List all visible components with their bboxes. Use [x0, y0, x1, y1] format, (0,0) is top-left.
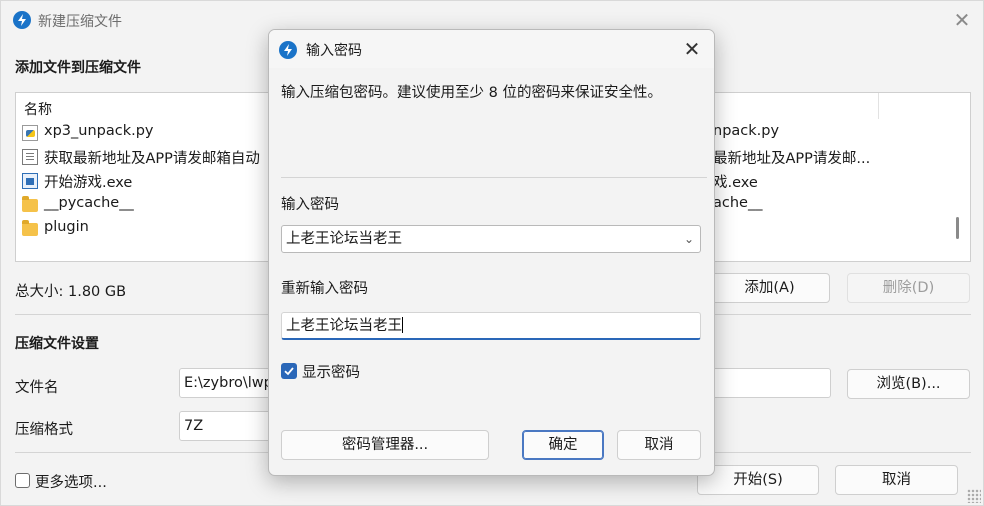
add-files-heading: 添加文件到压缩文件: [15, 60, 141, 76]
dialog-title: 输入密码: [306, 43, 362, 59]
remove-button[interactable]: 删除(D): [847, 273, 970, 303]
password-label: 输入密码: [281, 197, 339, 213]
cancel-button[interactable]: 取消: [835, 465, 958, 495]
file-name: __pycache__: [44, 195, 134, 211]
folder-icon: [22, 196, 38, 212]
add-button[interactable]: 添加(A): [709, 273, 830, 303]
text-file-icon: [22, 149, 38, 165]
text-caret: [402, 317, 403, 333]
vertical-scrollbar-thumb[interactable]: [956, 217, 959, 239]
password-value: 上老王论坛当老王: [286, 231, 402, 247]
python-file-icon: [22, 125, 38, 141]
file-name-partial: npack.py: [713, 123, 780, 139]
ok-button[interactable]: 确定: [522, 430, 604, 460]
show-password-checkbox[interactable]: [281, 363, 297, 379]
password-dialog: 输入密码 ✕ 输入压缩包密码。建议使用至少 8 位的密码来保证安全性。 输入密码…: [268, 29, 715, 476]
confirm-password-input[interactable]: 上老王论坛当老王: [281, 312, 701, 340]
confirm-password-label: 重新输入密码: [281, 281, 368, 297]
settings-heading: 压缩文件设置: [15, 336, 99, 352]
format-label: 压缩格式: [15, 422, 73, 438]
file-name: 开始游戏.exe: [44, 175, 133, 191]
file-name: plugin: [44, 219, 89, 235]
password-manager-button[interactable]: 密码管理器...: [281, 430, 489, 460]
confirm-password-value: 上老王论坛当老王: [286, 318, 402, 334]
app-logo-icon: [279, 41, 297, 59]
dialog-description: 输入压缩包密码。建议使用至少 8 位的密码来保证安全性。: [281, 85, 662, 101]
dialog-close-button[interactable]: ✕: [681, 38, 703, 60]
more-options-checkbox[interactable]: [15, 473, 30, 488]
exe-file-icon: [22, 173, 38, 189]
start-button[interactable]: 开始(S): [697, 465, 819, 495]
file-name: 获取最新地址及APP请发邮箱自动: [44, 151, 260, 167]
app-logo-icon: [13, 11, 31, 29]
more-options-label[interactable]: 更多选项...: [35, 471, 107, 492]
total-size-text: 总大小: 1.80 GB: [15, 284, 127, 300]
show-password-label[interactable]: 显示密码: [302, 361, 360, 382]
resize-grip[interactable]: [967, 489, 981, 503]
divider: [281, 177, 707, 178]
file-name: xp3_unpack.py: [44, 123, 154, 139]
file-name-partial: ache__: [713, 195, 763, 211]
filename-label: 文件名: [15, 380, 59, 396]
chevron-down-icon[interactable]: ⌄: [684, 226, 694, 252]
column-separator[interactable]: [878, 93, 879, 119]
file-name-partial: 最新地址及APP请发邮...: [713, 151, 871, 167]
folder-icon: [22, 220, 38, 236]
password-combobox[interactable]: 上老王论坛当老王 ⌄: [281, 225, 701, 253]
dialog-cancel-button[interactable]: 取消: [617, 430, 701, 460]
browse-button[interactable]: 浏览(B)...: [847, 369, 970, 399]
file-name-partial: 戏.exe: [713, 175, 758, 191]
column-header-name[interactable]: 名称: [24, 99, 52, 119]
dialog-title-bar: 输入密码 ✕: [269, 30, 714, 68]
window-title: 新建压缩文件: [38, 14, 122, 30]
window-close-button[interactable]: ✕: [951, 9, 973, 31]
